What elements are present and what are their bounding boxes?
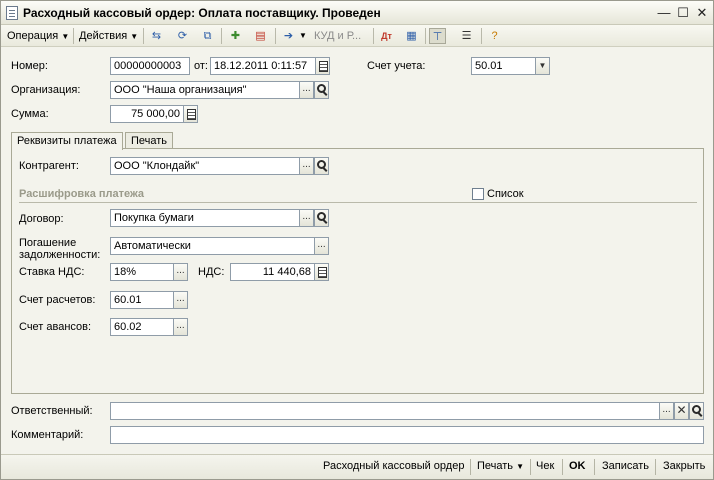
calendar-icon bbox=[319, 61, 328, 72]
tab-payment-details[interactable]: Реквизиты платежа bbox=[11, 132, 123, 150]
chevron-down-icon[interactable]: ▼ bbox=[296, 27, 310, 45]
post-icon[interactable]: ✚ bbox=[227, 28, 244, 44]
goto-icon[interactable]: ➔ bbox=[280, 28, 297, 44]
calculator-button[interactable] bbox=[183, 105, 198, 123]
operation-menu[interactable]: Операция ▼ bbox=[4, 27, 72, 45]
close-form-button[interactable]: Закрыть bbox=[663, 460, 705, 472]
vat-label: НДС: bbox=[198, 266, 225, 278]
list-icon[interactable]: ☰ bbox=[458, 28, 475, 44]
contract-label: Договор: bbox=[19, 213, 64, 225]
list-checkbox-label: Список bbox=[487, 188, 524, 200]
account-label: Счет учета: bbox=[367, 60, 426, 72]
sum-field[interactable]: 75 000,00 bbox=[110, 105, 184, 123]
document-window: Расходный кассовый ордер: Оплата поставщ… bbox=[0, 0, 714, 480]
calendar-button[interactable] bbox=[315, 57, 330, 75]
search-icon bbox=[317, 212, 326, 221]
counterparty-open-button[interactable] bbox=[314, 157, 329, 175]
counterparty-select-button[interactable]: ... bbox=[299, 157, 314, 175]
account-dropdown-button[interactable]: ▼ bbox=[535, 57, 550, 75]
settlement-account-label: Счет расчетов: bbox=[19, 294, 96, 306]
document-icon bbox=[6, 6, 18, 20]
check-button[interactable]: Чек bbox=[536, 460, 554, 472]
kudir-button[interactable]: КУД и Р... bbox=[311, 27, 364, 45]
print-menu-button[interactable]: Печать ▼ bbox=[477, 460, 524, 472]
maximize-button[interactable]: ☐ bbox=[675, 5, 691, 21]
sum-label: Сумма: bbox=[11, 108, 49, 120]
move-icon[interactable]: ⇆ bbox=[148, 28, 165, 44]
calculator-icon bbox=[318, 267, 327, 278]
dt-kt-icon[interactable]: Дт bbox=[378, 28, 395, 44]
responsible-select-button[interactable]: ... bbox=[659, 402, 674, 420]
help-icon[interactable]: ? bbox=[486, 28, 503, 44]
window-title: Расходный кассовый ордер: Оплата поставщ… bbox=[23, 6, 381, 20]
contract-field[interactable]: Покупка бумаги bbox=[110, 209, 300, 227]
advance-account-field[interactable]: 60.02 bbox=[110, 318, 174, 336]
contract-open-button[interactable] bbox=[314, 209, 329, 227]
search-icon bbox=[317, 160, 326, 169]
search-icon bbox=[317, 84, 326, 93]
settlement-account-select-button[interactable]: ... bbox=[173, 291, 188, 309]
organization-label: Организация: bbox=[11, 84, 81, 96]
section-divider bbox=[19, 202, 697, 203]
vat-rate-label: Ставка НДС: bbox=[19, 266, 85, 278]
contract-select-button[interactable]: ... bbox=[299, 209, 314, 227]
clear-icon[interactable]: ✕ bbox=[674, 402, 689, 420]
ok-button[interactable]: OK bbox=[569, 460, 586, 472]
organization-open-button[interactable] bbox=[314, 81, 329, 99]
organization-select-button[interactable]: ... bbox=[299, 81, 314, 99]
advance-account-label: Счет авансов: bbox=[19, 321, 92, 333]
comment-field[interactable] bbox=[110, 426, 704, 444]
settlement-account-field[interactable]: 60.01 bbox=[110, 291, 174, 309]
date-field[interactable]: 18.12.2011 0:11:57 bbox=[210, 57, 316, 75]
chevron-down-icon: ▼ bbox=[538, 61, 547, 70]
toolbar: Операция ▼ Действия ▼ ⇆ ⟳ ⧉ ✚ ▤ ➔ ▼ КУД … bbox=[1, 25, 713, 47]
command-bar: Расходный кассовый ордер Печать ▼ Чек OK… bbox=[1, 454, 713, 479]
structure-icon[interactable]: ⊤ bbox=[429, 28, 446, 44]
chevron-down-icon: ▼ bbox=[61, 32, 70, 41]
close-button[interactable]: ✕ bbox=[694, 5, 710, 21]
copy-icon[interactable]: ⧉ bbox=[199, 28, 216, 44]
debt-repayment-field[interactable]: Автоматически bbox=[110, 237, 315, 255]
print-form-button[interactable]: Расходный кассовый ордер bbox=[323, 460, 464, 472]
chevron-down-icon: ▼ bbox=[516, 462, 525, 471]
refresh-icon[interactable]: ⟳ bbox=[174, 28, 191, 44]
responsible-field[interactable] bbox=[110, 402, 660, 420]
counterparty-label: Контрагент: bbox=[19, 160, 79, 172]
chevron-down-icon: ▼ bbox=[130, 32, 139, 41]
responsible-label: Ответственный: bbox=[11, 405, 93, 417]
date-label: от: bbox=[194, 60, 208, 72]
account-field[interactable]: 50.01 bbox=[471, 57, 537, 75]
comment-label: Комментарий: bbox=[11, 429, 84, 441]
counterparty-field[interactable]: ООО "Клондайк" bbox=[110, 157, 300, 175]
vat-rate-field[interactable]: 18% bbox=[110, 263, 174, 281]
payment-breakdown-title: Расшифровка платежа bbox=[19, 188, 145, 200]
debt-label-line2: задолженности: bbox=[19, 249, 101, 261]
debt-label-line1: Погашение bbox=[19, 237, 77, 249]
unpost-icon[interactable]: ▤ bbox=[252, 28, 269, 44]
responsible-open-button[interactable] bbox=[689, 402, 704, 420]
number-field[interactable]: 00000000003 bbox=[110, 57, 190, 75]
organization-field[interactable]: ООО "Наша организация" bbox=[110, 81, 300, 99]
debt-repayment-select-button[interactable]: ... bbox=[314, 237, 329, 255]
advance-account-select-button[interactable]: ... bbox=[173, 318, 188, 336]
actions-menu[interactable]: Действия ▼ bbox=[76, 27, 141, 45]
list-checkbox[interactable] bbox=[472, 188, 484, 200]
vat-rate-select-button[interactable]: ... bbox=[173, 263, 188, 281]
vat-calculator-button[interactable] bbox=[314, 263, 329, 281]
tab-print[interactable]: Печать bbox=[125, 132, 174, 149]
save-button[interactable]: Записать bbox=[602, 460, 649, 472]
vat-field[interactable]: 11 440,68 bbox=[230, 263, 315, 281]
search-icon bbox=[692, 405, 701, 414]
report-icon[interactable]: ▦ bbox=[403, 28, 420, 44]
calculator-icon bbox=[187, 109, 196, 120]
minimize-button[interactable]: — bbox=[656, 5, 672, 21]
title-bar: Расходный кассовый ордер: Оплата поставщ… bbox=[1, 1, 713, 25]
number-label: Номер: bbox=[11, 60, 48, 72]
